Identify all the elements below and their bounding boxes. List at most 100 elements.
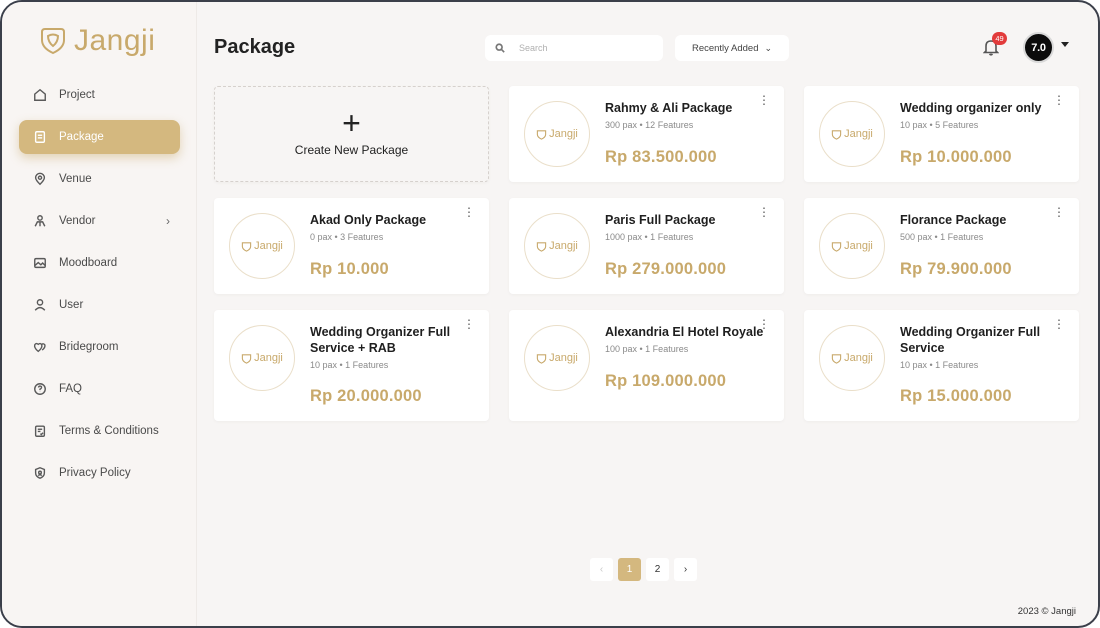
- home-icon: [34, 88, 46, 101]
- heart-shield-logo-icon: [536, 353, 547, 364]
- plus-icon: +: [342, 105, 361, 141]
- heart-shield-logo-icon: [241, 241, 252, 252]
- sort-dropdown[interactable]: Recently Added ⌄: [675, 35, 789, 61]
- thumbnail-brand: Jangji: [844, 352, 873, 364]
- sidebar-item-label: Privacy Policy: [59, 467, 131, 479]
- sidebar-item-vendor[interactable]: Vendor ›: [19, 204, 180, 238]
- sidebar-item-moodboard[interactable]: Moodboard: [19, 246, 180, 280]
- sidebar-item-label: Package: [59, 131, 104, 143]
- pagination: ‹ 1 2 ›: [590, 558, 697, 581]
- sidebar-item-user[interactable]: User: [19, 288, 180, 322]
- sidebar-item-label: Moodboard: [59, 257, 118, 269]
- package-thumbnail: Jangji: [819, 213, 885, 279]
- heart-shield-logo-icon: [831, 241, 842, 252]
- sidebar-item-label: Project: [59, 89, 95, 101]
- package-thumbnail: Jangji: [229, 325, 295, 391]
- question-circle-icon: [34, 383, 46, 395]
- package-card[interactable]: Jangji ⋮ Florance Package 500 pax • 1 Fe…: [804, 198, 1079, 294]
- brand-name: Jangji: [74, 24, 156, 57]
- thumbnail-brand: Jangji: [254, 352, 283, 364]
- package-price: Rp 15.000.000: [900, 387, 1012, 405]
- search-box[interactable]: [485, 35, 663, 61]
- package-name: Akad Only Package: [310, 213, 427, 227]
- pagination-prev-button[interactable]: ‹: [590, 558, 613, 581]
- sidebar-item-venue[interactable]: Venue: [19, 162, 180, 196]
- sidebar-item-bridegroom[interactable]: Bridegroom: [19, 330, 180, 364]
- heart-shield-logo-icon: [536, 129, 547, 140]
- package-card[interactable]: Jangji ⋮ Wedding Organizer Full Service …: [804, 310, 1079, 421]
- heart-shield-logo-icon: [831, 353, 842, 364]
- document-icon: [34, 131, 46, 143]
- search-icon: [495, 43, 505, 53]
- package-thumbnail: Jangji: [524, 325, 590, 391]
- heart-shield-logo-icon: [831, 129, 842, 140]
- sidebar-item-label: Venue: [59, 173, 92, 185]
- package-card[interactable]: Jangji ⋮ Paris Full Package 1000 pax • 1…: [509, 198, 784, 294]
- package-meta: 10 pax • 1 Features: [900, 360, 979, 370]
- package-thumbnail: Jangji: [524, 101, 590, 167]
- avatar[interactable]: 7.0: [1023, 32, 1054, 63]
- package-meta: 1000 pax • 1 Features: [605, 232, 694, 242]
- package-thumbnail: Jangji: [229, 213, 295, 279]
- package-name: Wedding organizer only: [900, 101, 1042, 115]
- package-price: Rp 20.000.000: [310, 387, 422, 405]
- thumbnail-brand: Jangji: [844, 240, 873, 252]
- package-card[interactable]: Jangji ⋮ Wedding organizer only 10 pax •…: [804, 86, 1079, 182]
- package-card[interactable]: Jangji ⋮ Rahmy & Ali Package 300 pax • 1…: [509, 86, 784, 182]
- package-price: Rp 79.900.000: [900, 260, 1012, 278]
- image-icon: [34, 257, 46, 269]
- shield-icon: [34, 466, 46, 480]
- vendor-icon: [34, 215, 46, 227]
- package-name: Rahmy & Ali Package: [605, 101, 733, 115]
- thumbnail-brand: Jangji: [549, 240, 578, 252]
- chevron-right-icon: ›: [166, 214, 170, 228]
- package-card[interactable]: Jangji ⋮ Wedding Organizer Full Service …: [214, 310, 489, 421]
- package-name: Florance Package: [900, 213, 1007, 227]
- package-price: Rp 83.500.000: [605, 148, 717, 166]
- package-card[interactable]: Jangji ⋮ Akad Only Package 0 pax • 3 Fea…: [214, 198, 489, 294]
- sidebar-nav: Project Package Venue Vendor › Moodboard: [2, 78, 197, 498]
- sidebar-item-label: FAQ: [59, 383, 83, 395]
- sidebar-item-project[interactable]: Project: [19, 78, 180, 112]
- package-meta: 0 pax • 3 Features: [310, 232, 384, 242]
- heart-shield-logo-icon: [536, 241, 547, 252]
- package-meta: 10 pax • 1 Features: [310, 360, 389, 370]
- search-input[interactable]: [519, 43, 649, 53]
- caret-down-icon[interactable]: [1061, 42, 1069, 47]
- sidebar-item-label: Terms & Conditions: [59, 425, 159, 437]
- create-package-label: Create New Package: [294, 143, 409, 157]
- thumbnail-brand: Jangji: [254, 240, 283, 252]
- footer-copyright: 2023 © Jangji: [1017, 606, 1076, 617]
- heart-shield-logo-icon: [41, 28, 65, 55]
- pagination-page-2[interactable]: 2: [646, 558, 669, 581]
- brand-logo[interactable]: Jangji: [38, 24, 155, 58]
- package-price: Rp 109.000.000: [605, 372, 727, 390]
- hearts-icon: [33, 342, 46, 353]
- user-icon: [34, 299, 46, 311]
- package-name: Wedding Organizer Full Service + RAB: [310, 325, 451, 355]
- thumbnail-brand: Jangji: [844, 128, 873, 140]
- sort-label: Recently Added: [691, 42, 759, 54]
- sidebar-item-label: Vendor: [59, 215, 96, 227]
- location-pin-icon: [34, 172, 46, 186]
- pagination-next-button[interactable]: ›: [674, 558, 697, 581]
- package-name: Alexandria El Hotel Royale: [605, 325, 764, 339]
- sidebar-item-package[interactable]: Package: [19, 120, 180, 154]
- sidebar-item-faq[interactable]: FAQ: [19, 372, 180, 406]
- package-meta: 100 pax • 1 Features: [605, 344, 689, 354]
- thumbnail-brand: Jangji: [549, 352, 578, 364]
- heart-shield-logo-icon: [241, 353, 252, 364]
- app-window: Jangji Project Package Venue Vendor › Mo…: [0, 0, 1100, 628]
- package-thumbnail: Jangji: [819, 325, 885, 391]
- package-thumbnail: Jangji: [819, 101, 885, 167]
- sidebar-item-terms[interactable]: Terms & Conditions: [19, 414, 180, 448]
- package-name: Paris Full Package: [605, 213, 716, 227]
- create-package-card[interactable]: + Create New Package: [214, 86, 489, 182]
- sidebar-item-privacy[interactable]: Privacy Policy: [19, 456, 180, 490]
- pagination-page-1[interactable]: 1: [618, 558, 641, 581]
- package-price: Rp 10.000: [310, 260, 389, 278]
- package-card[interactable]: Jangji ⋮ Alexandria El Hotel Royale 100 …: [509, 310, 784, 421]
- main-content: Package Recently Added ⌄ 49 7.0 + Create…: [197, 2, 1098, 626]
- sidebar-item-label: Bridegroom: [59, 341, 119, 353]
- package-meta: 10 pax • 5 Features: [900, 120, 979, 130]
